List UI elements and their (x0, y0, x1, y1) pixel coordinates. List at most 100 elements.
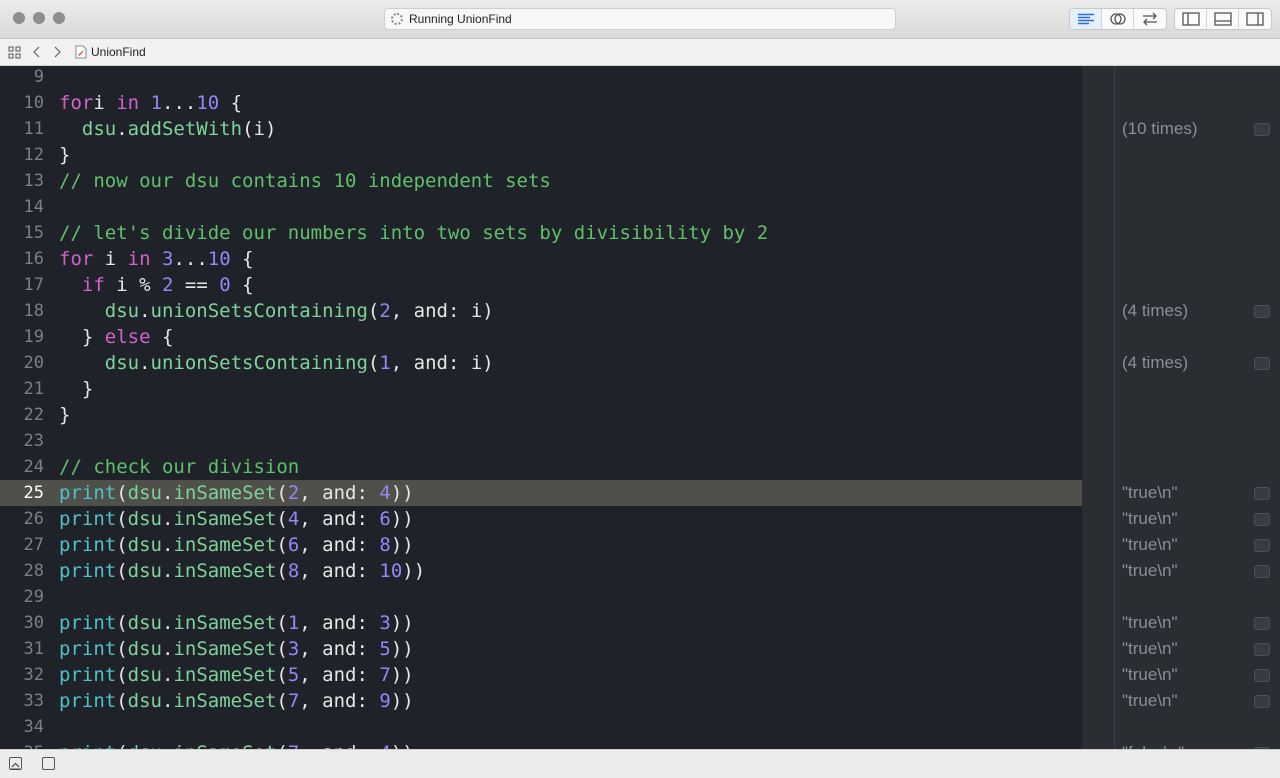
code-line[interactable]: 27 print(dsu.inSameSet(6, and: 8)) (0, 532, 1082, 558)
code-line[interactable]: 14 (0, 194, 1082, 220)
code-token: . (161, 638, 174, 660)
code-line[interactable]: 19 } else { (0, 324, 1082, 350)
show-result-button[interactable] (1254, 513, 1270, 526)
code-token: ( (276, 508, 288, 530)
show-result-button[interactable] (1254, 357, 1270, 370)
code-text: // check our division (59, 454, 299, 480)
code-token: inSameSet (173, 690, 277, 712)
code-token: ... (162, 92, 197, 114)
bottom-bar (0, 749, 1280, 778)
code-token: dsu (127, 534, 162, 556)
show-result-button[interactable] (1254, 305, 1270, 318)
debug-panel-icon (1213, 12, 1232, 26)
line-number: 18 (23, 301, 44, 321)
line-number: 33 (23, 691, 44, 711)
code-line[interactable]: 16 for i in 3...10 { (0, 246, 1082, 272)
zoom-window-button[interactable] (53, 12, 65, 24)
code-token: 1 (379, 352, 391, 374)
line-number: 21 (23, 379, 44, 399)
assistant-editor-icon (1109, 13, 1126, 25)
code-line[interactable]: 35print(dsu.inSameSet(7, and: 4)) (0, 740, 1082, 749)
code-line[interactable]: 18 dsu.unionSetsContaining(2, and: i) (0, 298, 1082, 324)
code-line[interactable]: 21 } (0, 376, 1082, 402)
source-editor[interactable]: 9 10 fori in 1...10 {11 dsu.addSetWith(i) 1… (0, 66, 1082, 749)
line-number: 11 (23, 119, 44, 139)
show-result-button[interactable] (1254, 695, 1270, 708)
show-result-button[interactable] (1254, 617, 1270, 630)
show-result-button[interactable] (1254, 669, 1270, 682)
stop-button[interactable] (42, 757, 55, 770)
code-token: 2 (287, 482, 300, 504)
minimize-window-button[interactable] (33, 12, 45, 24)
code-token: for (59, 92, 94, 114)
code-token: inSameSet (173, 638, 277, 660)
code-line[interactable]: 34 (0, 714, 1082, 740)
toggle-debug-area-button[interactable] (1207, 9, 1239, 29)
code-token: 6 (287, 534, 300, 556)
standard-editor-button[interactable] (1070, 9, 1102, 29)
code-line[interactable]: 33 print(dsu.inSameSet(7, and: 9)) (0, 688, 1082, 714)
code-line[interactable]: 11 dsu.addSetWith(i) (0, 116, 1082, 142)
code-line[interactable]: 22} (0, 402, 1082, 428)
toggle-utilities-button[interactable] (1239, 9, 1271, 29)
code-token: 10 (379, 560, 403, 582)
code-line[interactable]: 26 print(dsu.inSameSet(4, and: 6)) (0, 506, 1082, 532)
code-token: ( (276, 534, 288, 556)
code-line[interactable]: 17 if i % 2 == 0 { (0, 272, 1082, 298)
code-line[interactable]: 29 (0, 584, 1082, 610)
code-line[interactable]: 9 (0, 66, 1082, 90)
code-token: )) (390, 508, 414, 530)
code-token: 7 (287, 690, 300, 712)
version-editor-button[interactable] (1134, 9, 1166, 29)
code-line[interactable]: 23 (0, 428, 1082, 454)
line-number: 22 (23, 405, 44, 425)
code-token: { (230, 274, 254, 296)
show-result-button[interactable] (1254, 565, 1270, 578)
code-line[interactable]: 10 fori in 1...10 { (0, 90, 1082, 116)
code-line[interactable]: 20 dsu.unionSetsContaining(1, and: i) (0, 350, 1082, 376)
related-items-button[interactable] (8, 46, 21, 59)
go-forward-button[interactable] (53, 46, 61, 58)
code-token: . (161, 508, 174, 530)
code-token: dsu (127, 482, 162, 504)
code-line[interactable]: 24 // check our division (0, 454, 1082, 480)
file-name: UnionFind (91, 45, 146, 59)
show-result-button[interactable] (1254, 123, 1270, 136)
code-token: } (59, 326, 105, 348)
code-line[interactable]: 25 print(dsu.inSameSet(2, and: 4)) (0, 480, 1082, 506)
code-line[interactable]: 31 print(dsu.inSameSet(3, and: 5)) (0, 636, 1082, 662)
code-text: } (59, 142, 70, 168)
code-text: print(dsu.inSameSet(4, and: 6)) (59, 506, 414, 532)
code-line[interactable]: 32 print(dsu.inSameSet(5, and: 7)) (0, 662, 1082, 688)
show-debug-area-button[interactable] (9, 757, 22, 770)
code-token: dsu (128, 742, 162, 749)
code-line[interactable]: 13 // now our dsu contains 10 independent… (0, 168, 1082, 194)
file-breadcrumb[interactable]: UnionFind (75, 45, 146, 59)
code-token: , and: (299, 482, 380, 504)
code-text: print(dsu.inSameSet(5, and: 7)) (59, 662, 414, 688)
show-result-button[interactable] (1254, 539, 1270, 552)
code-line[interactable]: 12} (0, 142, 1082, 168)
code-token: print (59, 638, 117, 660)
go-back-button[interactable] (33, 46, 41, 58)
code-line[interactable]: 15 // let's divide our numbers into two s… (0, 220, 1082, 246)
code-line[interactable]: 28 print(dsu.inSameSet(8, and: 10)) (0, 558, 1082, 584)
toggle-navigator-button[interactable] (1175, 9, 1207, 29)
code-token: , and: i) (390, 352, 494, 374)
code-token: . (161, 534, 174, 556)
code-token: // check our division (59, 456, 300, 478)
code-token: ... (173, 248, 208, 270)
close-window-button[interactable] (13, 12, 25, 24)
result-value: (4 times) (1122, 353, 1189, 372)
code-line[interactable]: 30 print(dsu.inSameSet(1, and: 3)) (0, 610, 1082, 636)
assistant-editor-button[interactable] (1102, 9, 1134, 29)
status-text: Running UnionFind (409, 12, 512, 26)
code-text: fori in 1...10 { (59, 90, 242, 116)
show-result-button[interactable] (1254, 643, 1270, 656)
code-token: ( (276, 612, 288, 634)
navigator-panel-icon (1181, 12, 1200, 26)
code-text: print(dsu.inSameSet(2, and: 4)) (59, 480, 414, 506)
show-result-button[interactable] (1254, 487, 1270, 500)
